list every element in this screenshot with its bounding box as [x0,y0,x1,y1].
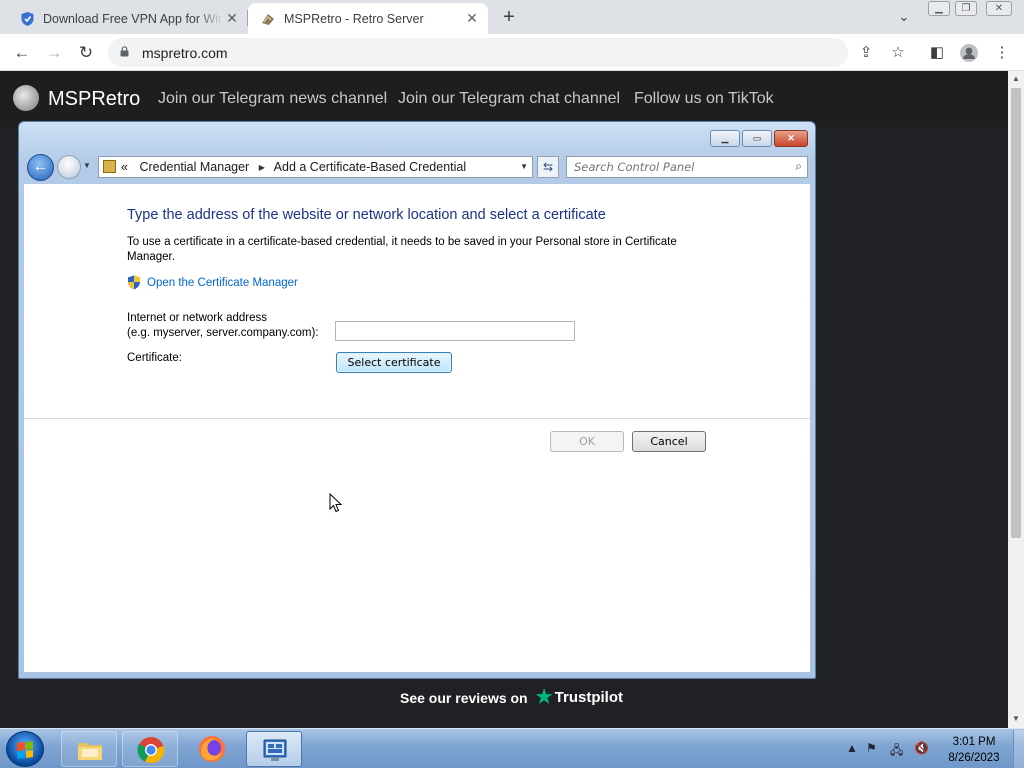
uac-shield-icon [128,275,140,290]
cancel-button[interactable]: Cancel [632,431,706,452]
forward-arrow-icon[interactable] [57,155,81,179]
url-text: mspretro.com [142,45,228,61]
select-certificate-button[interactable]: Select certificate [336,352,452,373]
bookmark-star-icon[interactable]: ☆ [888,43,908,63]
certificate-label: Certificate: [127,352,182,364]
window-close-button[interactable]: ✕ [774,130,808,147]
new-tab-button[interactable]: + [498,7,520,29]
site-logo-text[interactable]: MSPRetro [48,88,140,111]
breadcrumb: « Credential Manager ▶ Add a Certificate… [121,160,466,174]
close-browser-button[interactable]: ✕ [986,1,1012,16]
reviews-text: See our reviews on [400,689,528,706]
restore-button[interactable]: ❐ [955,1,977,16]
start-button[interactable] [6,731,44,767]
tab-title: MSPRetro - Retro Server [284,11,424,26]
divider [24,418,810,419]
show-hidden-icons-chevron[interactable]: ▲ [846,741,858,755]
mspretro-logo-icon[interactable] [13,85,39,111]
minimize-button[interactable]: ▁ [928,1,950,16]
taskbar-control-panel[interactable] [246,731,302,767]
explorer-address-bar[interactable]: « Credential Manager ▶ Add a Certificate… [98,156,533,178]
refresh-icon[interactable]: ⇆ [537,156,559,178]
windows-logo-icon [17,741,33,759]
tab-mspretro[interactable]: MSPRetro - Retro Server ✕ [248,3,488,34]
mspretro-favicon-icon [262,13,274,25]
taskbar-firefox[interactable] [184,731,240,767]
page-title: Type the address of the website or netwo… [127,207,606,223]
trustpilot-reviews[interactable]: See our reviews on ★ Trustpilot [400,686,623,709]
trustpilot-text: Trustpilot [554,689,623,706]
window-maximize-button[interactable]: ▭ [742,130,772,147]
site-header: MSPRetro Join our Telegram news channel … [0,71,1008,127]
clock-time: 3:01 PM [952,736,996,748]
control-panel-icon [103,160,116,173]
breadcrumb-arrow-icon[interactable]: ▶ [259,163,265,172]
ok-button[interactable]: OK [550,431,624,452]
control-panel-icon [263,739,287,761]
vpn-shield-icon [21,11,34,26]
browser-menu-icon[interactable]: ⋮ [992,43,1012,63]
network-address-input[interactable] [335,321,575,341]
address-bar[interactable]: mspretro.com [108,38,848,67]
back-arrow-icon[interactable]: ← [27,154,54,181]
trustpilot-star-icon: ★ [535,687,553,708]
address-label-line1: Internet or network address [127,312,267,324]
taskbar-chrome[interactable] [122,731,178,767]
tab-vpn-download[interactable]: Download Free VPN App for Win ✕ [8,3,248,34]
mouse-cursor-icon [329,493,343,513]
page-scrollbar[interactable]: ▲ ▼ [1008,71,1024,728]
system-clock[interactable]: 3:01 PM 8/26/2023 [944,734,1004,766]
back-arrow-icon[interactable]: ← [11,42,33,64]
forward-arrow-icon[interactable]: → [43,42,65,64]
tab-title: Download Free VPN App for Win [43,11,223,26]
firefox-icon [199,736,225,762]
search-icon[interactable]: ⌕ [795,159,802,174]
nav-tiktok[interactable]: Follow us on TikTok [634,90,774,108]
folder-icon [78,743,102,760]
reload-icon[interactable]: ↻ [75,42,97,64]
profile-avatar-icon[interactable] [959,43,979,63]
scrollbar-thumb[interactable] [1011,88,1021,538]
credential-manager-window: ▁ ▭ ✕ ← ▼ « Credential Manager ▶ Add a C… [18,121,816,679]
search-box[interactable]: ⌕ [566,156,808,178]
windows-taskbar: ▲ ⚑ 🖧 🔇 3:01 PM 8/26/2023 [0,728,1024,768]
network-icon[interactable]: 🖧 [890,741,903,762]
breadcrumb-overflow-chevron[interactable]: « [121,160,128,174]
chrome-icon [137,737,165,764]
address-label-line2: (e.g. myserver, server.company.com): [127,327,319,339]
tab-search-chevron-icon[interactable]: ⌄ [895,9,913,27]
side-panel-icon[interactable]: ◧ [927,43,947,63]
search-input[interactable] [567,157,777,177]
nav-telegram-chat[interactable]: Join our Telegram chat channel [398,90,620,108]
browser-tabstrip: Download Free VPN App for Win ✕ MSPRetro… [0,0,1024,34]
recent-pages-chevron-icon[interactable]: ▼ [83,161,91,170]
browser-toolbar: ← → ↻ mspretro.com ⇪ ☆ ◧ ⋮ [0,34,1024,71]
nav-telegram-news[interactable]: Join our Telegram news channel [158,90,387,108]
window-minimize-button[interactable]: ▁ [710,130,740,147]
breadcrumb-credential-manager[interactable]: Credential Manager [139,160,249,174]
lock-icon [120,46,129,57]
taskbar-explorer[interactable] [61,731,117,767]
breadcrumb-add-cert-credential[interactable]: Add a Certificate-Based Credential [274,160,466,174]
address-dropdown-icon[interactable]: ▼ [520,162,528,171]
tab-close-icon[interactable]: ✕ [464,10,480,26]
tab-close-icon[interactable]: ✕ [224,10,240,26]
link-label[interactable]: Open the Certificate Manager [147,277,298,289]
share-icon[interactable]: ⇪ [856,43,876,63]
volume-muted-icon[interactable]: 🔇 [914,741,929,755]
action-center-flag-icon[interactable]: ⚑ [866,741,877,755]
clock-date: 8/26/2023 [948,752,1000,764]
dialog-content: Type the address of the website or netwo… [24,184,810,672]
description-text: To use a certificate in a certificate-ba… [127,236,677,263]
scroll-up-icon[interactable]: ▲ [1011,74,1021,83]
scroll-down-icon[interactable]: ▼ [1011,714,1021,723]
trustpilot-logo[interactable]: ★ Trustpilot [536,686,623,709]
show-desktop-button[interactable] [1013,730,1024,768]
open-certificate-manager-link[interactable]: Open the Certificate Manager [127,275,298,290]
